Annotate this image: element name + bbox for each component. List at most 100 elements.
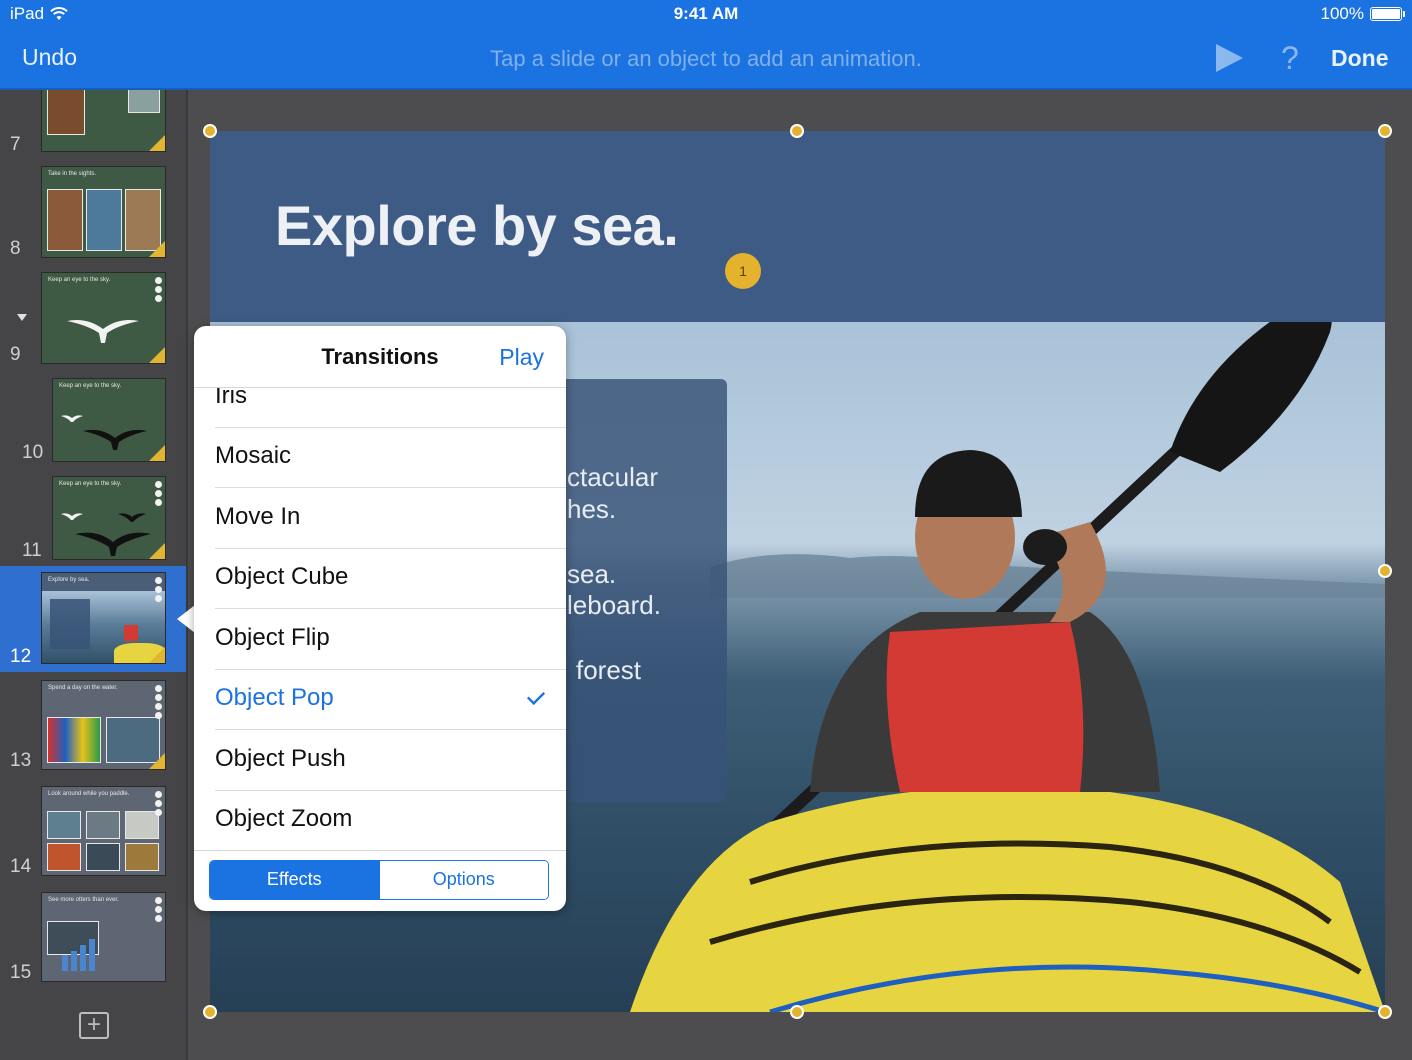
options-segment[interactable]: Options [378, 861, 548, 899]
slide-preview: Keep an eye to the sky. [41, 272, 166, 364]
selection-handle[interactable] [203, 124, 217, 138]
slide-thumbnail-9[interactable]: 9 Keep an eye to the sky. [0, 270, 186, 366]
status-time: 9:41 AM [673, 4, 739, 23]
transition-item-object-zoom[interactable]: Object Zoom [194, 791, 566, 850]
slide-preview: Take in the sights. [41, 166, 166, 258]
transition-marker [149, 347, 165, 363]
popover-header: Transitions Play [194, 326, 566, 388]
selection-handle[interactable] [203, 1005, 217, 1019]
slide-thumbnail-14[interactable]: 14 Look around while you paddle. [0, 786, 186, 877]
transition-label: Object Pop [215, 684, 334, 711]
slide-number: 14 [10, 856, 32, 877]
slide-navigator: 7 8 Take in the sights. 9 Keep an eye to… [0, 90, 188, 1060]
transition-list[interactable]: Iris Mosaic Move In Object Cube Object F… [194, 388, 566, 850]
slide-preview: Keep an eye to the sky. [52, 378, 166, 462]
transition-item-mosaic[interactable]: Mosaic [194, 428, 566, 488]
bird-icon [67, 320, 139, 343]
chart-bar [89, 939, 95, 971]
add-slide-button[interactable]: + [79, 1012, 109, 1039]
build-dots [155, 791, 162, 816]
popover-divider [194, 850, 566, 851]
body-text-line: leboard. [567, 590, 661, 620]
transition-item-object-cube[interactable]: Object Cube [194, 549, 566, 609]
kayaker-shape [124, 625, 138, 641]
slide-title: See more otters than ever. [48, 897, 119, 903]
bird-icon [75, 532, 151, 556]
body-text-line: ctacular [567, 462, 659, 492]
bird-icon [118, 513, 146, 522]
selection-handle[interactable] [790, 124, 804, 138]
transition-marker [149, 445, 165, 461]
slide-number: 7 [10, 134, 21, 155]
chart-bar [80, 945, 86, 971]
transition-item-object-push[interactable]: Object Push [194, 731, 566, 791]
transition-marker [149, 241, 165, 257]
checkmark-icon [526, 686, 546, 706]
slide-number: 11 [22, 540, 42, 561]
selection-handle[interactable] [1378, 1005, 1392, 1019]
selection-handle[interactable] [1378, 564, 1392, 578]
photo-image [86, 811, 120, 839]
help-button[interactable]: ? [1281, 40, 1299, 77]
build-dots [155, 685, 162, 719]
transition-label: Object Cube [215, 563, 349, 590]
slide-title: Keep an eye to the sky. [59, 383, 122, 389]
photo-image [125, 811, 159, 839]
transition-marker [149, 543, 165, 559]
slide-thumbnail-13[interactable]: 13 Spend a day on the water. [0, 680, 186, 771]
play-transition-button[interactable]: Play [499, 344, 544, 371]
transition-item-object-pop[interactable]: Object Pop [194, 670, 566, 730]
transition-label: Move In [215, 503, 301, 530]
photo-image [125, 843, 159, 871]
selection-handle[interactable] [1378, 124, 1392, 138]
slide-preview [41, 90, 166, 152]
selection-handle[interactable] [790, 1005, 804, 1019]
build-dots [155, 577, 162, 602]
battery-icon [1370, 7, 1405, 21]
photo-image [86, 843, 120, 871]
transition-label: Object Push [215, 745, 346, 772]
build-dots [155, 277, 162, 302]
slide-thumbnail-7[interactable]: 7 [0, 90, 186, 156]
animation-hint: Tap a slide or an object to add an anima… [490, 46, 922, 71]
effects-options-segmented-control[interactable]: Effects Options [209, 860, 549, 900]
transition-item-move-in[interactable]: Move In [194, 489, 566, 549]
transition-label: Object Flip [215, 624, 330, 651]
kayaks-image [47, 717, 101, 763]
slide-thumbnail-8[interactable]: 8 Take in the sights. [0, 164, 186, 260]
slide-preview: Keep an eye to the sky. [52, 476, 166, 560]
slide-number: 9 [10, 344, 21, 365]
photo-image [47, 811, 81, 839]
slide-title: Look around while you paddle. [48, 791, 130, 797]
slide-title: Take in the sights. [48, 171, 97, 177]
transition-item-object-flip[interactable]: Object Flip [194, 610, 566, 670]
slide-thumbnail-10[interactable]: 10 Keep an eye to the sky. [0, 376, 186, 463]
slide-title: Explore by sea. [48, 577, 90, 583]
transition-marker [149, 647, 165, 663]
slide-title: Spend a day on the water. [48, 685, 118, 691]
photo-image [47, 843, 81, 871]
slide-title-text[interactable]: Explore by sea. [275, 193, 679, 258]
body-text-line: hes. [567, 494, 617, 524]
transition-marker [149, 753, 165, 769]
slide-thumbnail-12[interactable]: 12 Explore by sea. [0, 566, 186, 672]
effects-segment[interactable]: Effects [210, 861, 379, 899]
transition-item-iris[interactable]: Iris [194, 388, 566, 428]
play-icon[interactable] [1216, 44, 1243, 72]
slide-title: Keep an eye to the sky. [59, 481, 122, 487]
done-button[interactable]: Done [1331, 45, 1389, 72]
slide-thumbnail-11[interactable]: 11 Keep an eye to the sky. [0, 474, 186, 561]
forest-image [47, 90, 85, 135]
transition-marker [149, 135, 165, 151]
slide-preview: Explore by sea. [41, 572, 166, 664]
slide-thumbnail-15[interactable]: 15 See more otters than ever. [0, 892, 186, 983]
chart-bar [71, 951, 77, 971]
transition-label: Mosaic [215, 442, 292, 469]
animation-order-badge[interactable]: 1 [725, 253, 761, 289]
transition-label: Iris [215, 388, 247, 409]
slide-number: 12 [10, 646, 32, 667]
slide-number: 8 [10, 238, 21, 259]
slide-preview: See more otters than ever. [41, 892, 166, 982]
battery-percent: 100% [1320, 4, 1364, 23]
top-toolbar: iPad 9:41 AM 100% Undo Tap a slide or an… [0, 0, 1412, 90]
